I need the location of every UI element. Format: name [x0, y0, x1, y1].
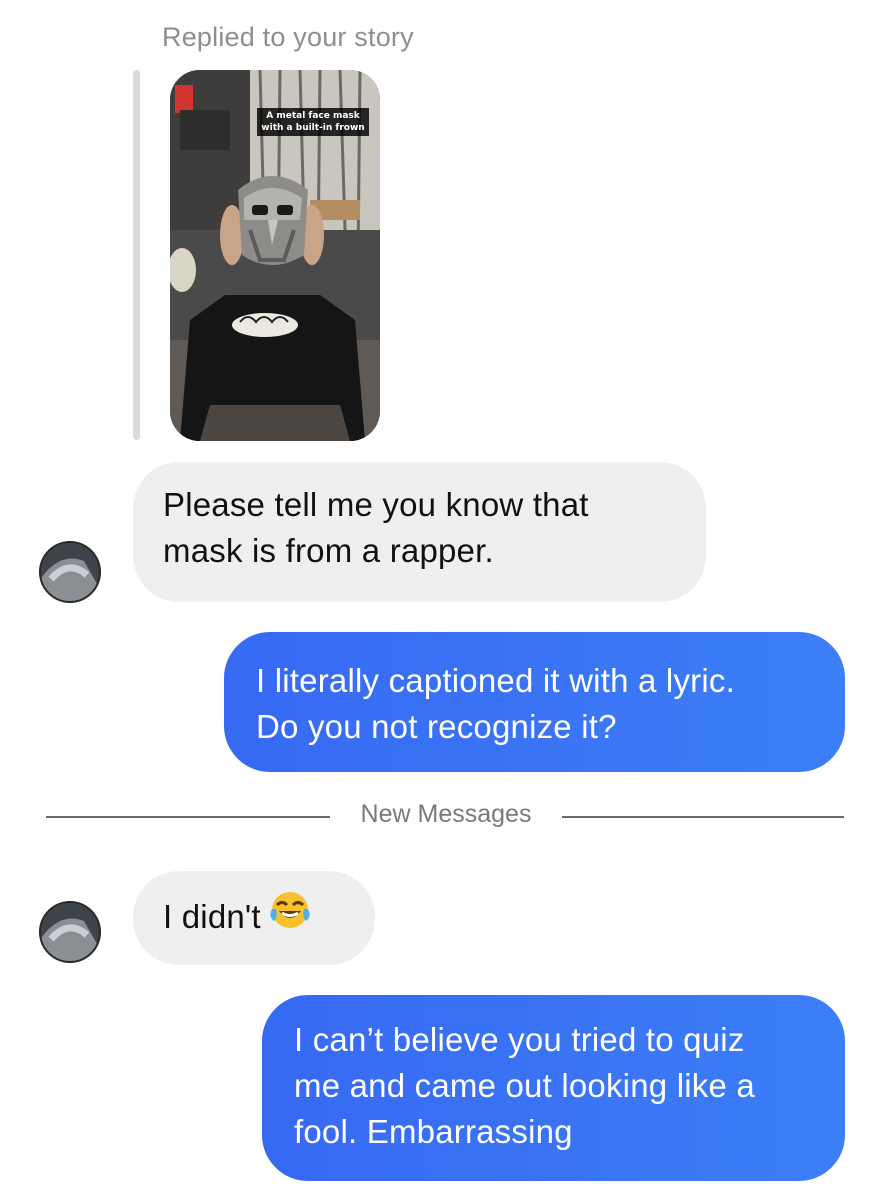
outgoing-message-bubble[interactable]: I literally captioned it with a lyric. D… [224, 632, 845, 772]
story-thumbnail[interactable]: A metal face mask with a built-in frown [170, 70, 380, 441]
incoming-message-bubble[interactable]: I didn't [133, 871, 375, 965]
avatar-image [39, 901, 101, 963]
new-messages-divider-label: New Messages [336, 800, 556, 829]
message-text: I didn't [163, 898, 261, 935]
message-text-line: I can’t believe you tried to quiz [294, 1021, 745, 1058]
message-text-line: Do you not recognize it? [256, 708, 617, 745]
story-reply-label: Replied to your story [162, 22, 414, 52]
story-caption-line-1: A metal face mask [266, 111, 360, 121]
message-text-line: me and came out looking like a [294, 1067, 755, 1104]
avatar-image [39, 541, 101, 603]
message-text-line: Please tell me you know that [163, 486, 589, 523]
outgoing-message-bubble[interactable]: I can’t believe you tried to quiz me and… [262, 995, 845, 1181]
story-caption-line-2: with a built-in frown [261, 123, 365, 133]
divider-line-right [562, 816, 844, 818]
sender-avatar[interactable] [39, 541, 101, 603]
divider-line-left [46, 816, 330, 818]
sender-avatar[interactable] [39, 901, 101, 963]
message-text-line: fool. Embarrassing [294, 1113, 573, 1150]
story-caption: A metal face mask with a built-in frown [257, 108, 369, 136]
message-text-line: I literally captioned it with a lyric. [256, 662, 735, 699]
face-with-tears-of-joy-icon [269, 889, 311, 943]
incoming-message-bubble[interactable]: Please tell me you know that mask is fro… [133, 462, 706, 602]
message-text-line: mask is from a rapper. [163, 532, 494, 569]
reply-indicator-bar [133, 70, 140, 440]
